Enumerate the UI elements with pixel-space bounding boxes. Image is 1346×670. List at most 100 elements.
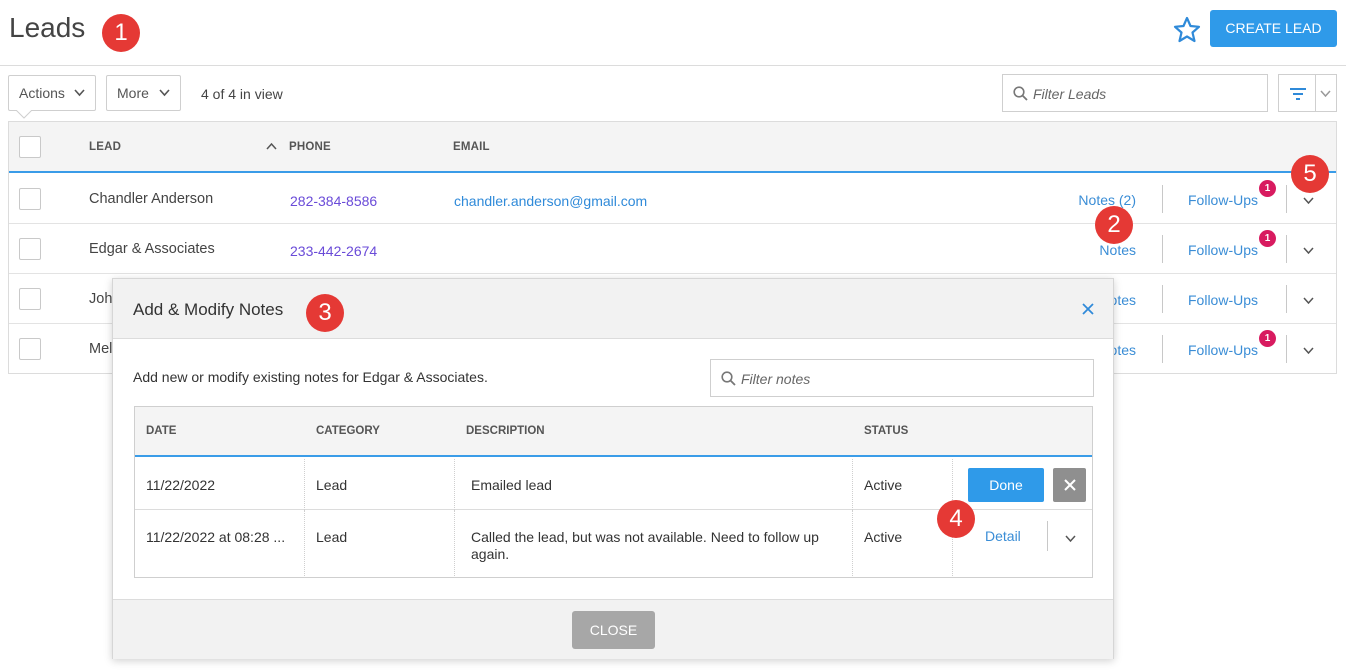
row-menu-chevron-icon[interactable] <box>1303 295 1314 306</box>
follow-ups-link[interactable]: Follow-Ups <box>1188 292 1258 308</box>
lead-row[interactable]: Edgar & Associates 233-442-2674 Notes Fo… <box>9 224 1336 274</box>
filter-leads-field[interactable] <box>1002 74 1268 112</box>
row-menu-chevron-icon[interactable] <box>1303 345 1314 356</box>
lead-email-link[interactable]: chandler.anderson@gmail.com <box>454 193 647 209</box>
header-divider <box>0 65 1346 66</box>
column-header-date[interactable]: DATE <box>146 425 176 437</box>
callout-4: 4 <box>937 500 975 538</box>
note-menu-chevron-icon[interactable] <box>1065 533 1076 544</box>
search-icon <box>1013 86 1028 101</box>
filter-notes-input[interactable] <box>741 368 1081 390</box>
cell-divider <box>454 510 455 578</box>
cell-divider <box>304 459 305 510</box>
follow-ups-badge: 1 <box>1259 330 1276 347</box>
close-icon[interactable] <box>1081 302 1095 316</box>
cancel-edit-button[interactable] <box>1053 468 1086 502</box>
column-divider <box>1047 521 1048 551</box>
column-divider <box>1162 235 1163 263</box>
column-header-phone[interactable]: PHONE <box>289 141 331 153</box>
note-description[interactable]: Called the lead, but was not available. … <box>471 529 819 545</box>
filter-leads-input[interactable] <box>1033 83 1258 105</box>
note-description-continued[interactable]: again. <box>471 546 509 562</box>
follow-ups-link[interactable]: Follow-Ups <box>1188 342 1258 358</box>
dropdown-pointer-icon <box>16 110 32 119</box>
note-description[interactable]: Emailed lead <box>471 477 552 493</box>
modal-title: Add & Modify Notes <box>133 300 284 319</box>
notes-table: DATE CATEGORY DESCRIPTION STATUS 11/22/2… <box>134 406 1093 578</box>
row-checkbox[interactable] <box>19 338 41 360</box>
column-header-description[interactable]: DESCRIPTION <box>466 425 545 437</box>
note-date[interactable]: 11/22/2022 <box>146 477 215 493</box>
notes-modal: Add & Modify Notes 3 Add new or modify e… <box>112 278 1114 659</box>
cell-divider <box>852 510 853 578</box>
filter-button-divider <box>1315 75 1316 111</box>
note-status[interactable]: Active <box>864 529 902 545</box>
actions-label: Actions <box>19 85 65 101</box>
follow-ups-badge: 1 <box>1259 180 1276 197</box>
callout-5: 5 <box>1291 155 1329 193</box>
chevron-down-icon <box>159 89 170 97</box>
filter-icon <box>1290 88 1306 100</box>
cell-divider <box>304 510 305 578</box>
note-category[interactable]: Lead <box>316 477 347 493</box>
follow-ups-badge: 1 <box>1259 230 1276 247</box>
column-divider <box>1286 235 1287 263</box>
note-status[interactable]: Active <box>864 477 902 493</box>
leads-table-header: LEAD PHONE EMAIL <box>9 122 1336 173</box>
modal-header: Add & Modify Notes <box>113 279 1113 339</box>
column-divider <box>1162 335 1163 363</box>
view-count: 4 of 4 in view <box>201 86 283 102</box>
filter-options-button[interactable] <box>1278 74 1337 112</box>
row-checkbox[interactable] <box>19 238 41 260</box>
callout-3: 3 <box>306 294 344 332</box>
lead-phone-link[interactable]: 233-442-2674 <box>290 243 377 259</box>
select-all-checkbox[interactable] <box>19 136 41 158</box>
column-divider <box>1162 285 1163 313</box>
favorite-star-icon[interactable] <box>1172 15 1202 45</box>
chevron-down-icon <box>74 89 85 97</box>
column-header-status[interactable]: STATUS <box>864 425 908 437</box>
filter-notes-field[interactable] <box>710 359 1094 397</box>
column-divider <box>1286 335 1287 363</box>
create-lead-button[interactable]: CREATE LEAD <box>1210 10 1337 47</box>
note-date[interactable]: 11/22/2022 at 08:28 ... <box>146 529 285 545</box>
lead-name[interactable]: Edgar & Associates <box>89 241 215 257</box>
modal-footer: CLOSE <box>113 599 1113 659</box>
lead-row[interactable]: Chandler Anderson 282-384-8586 chandler.… <box>9 174 1336 224</box>
follow-ups-link[interactable]: Follow-Ups <box>1188 242 1258 258</box>
row-menu-chevron-icon[interactable] <box>1303 195 1314 206</box>
search-icon <box>721 371 736 386</box>
column-divider <box>1162 185 1163 213</box>
modal-description: Add new or modify existing notes for Edg… <box>133 369 488 385</box>
cell-divider <box>852 459 853 510</box>
lead-name[interactable]: Chandler Anderson <box>89 191 213 207</box>
detail-link[interactable]: Detail <box>985 528 1021 544</box>
chevron-down-icon[interactable] <box>1320 88 1331 99</box>
actions-dropdown[interactable]: Actions <box>8 75 96 111</box>
notes-table-header: DATE CATEGORY DESCRIPTION STATUS <box>135 407 1092 457</box>
note-category[interactable]: Lead <box>316 529 347 545</box>
done-button[interactable]: Done <box>968 468 1044 502</box>
page-title: Leads <box>9 12 86 43</box>
follow-ups-link[interactable]: Follow-Ups <box>1188 192 1258 208</box>
column-divider <box>1286 285 1287 313</box>
column-header-category[interactable]: CATEGORY <box>316 425 380 437</box>
callout-2: 2 <box>1095 206 1133 244</box>
row-checkbox[interactable] <box>19 188 41 210</box>
callout-1: 1 <box>102 14 140 52</box>
column-header-lead[interactable]: LEAD <box>89 141 121 153</box>
column-divider <box>1286 185 1287 213</box>
column-header-email[interactable]: EMAIL <box>453 141 490 153</box>
sort-ascending-icon[interactable] <box>266 142 277 151</box>
notes-link[interactable]: Notes (2) <box>1078 192 1136 208</box>
close-icon <box>1064 479 1076 491</box>
more-dropdown[interactable]: More <box>106 75 181 111</box>
close-button[interactable]: CLOSE <box>572 611 655 649</box>
lead-phone-link[interactable]: 282-384-8586 <box>290 193 377 209</box>
row-menu-chevron-icon[interactable] <box>1303 245 1314 256</box>
cell-divider <box>454 459 455 510</box>
notes-link[interactable]: Notes <box>1099 242 1136 258</box>
more-label: More <box>117 85 149 101</box>
row-checkbox[interactable] <box>19 288 41 310</box>
lead-name[interactable]: Mel <box>89 341 112 357</box>
